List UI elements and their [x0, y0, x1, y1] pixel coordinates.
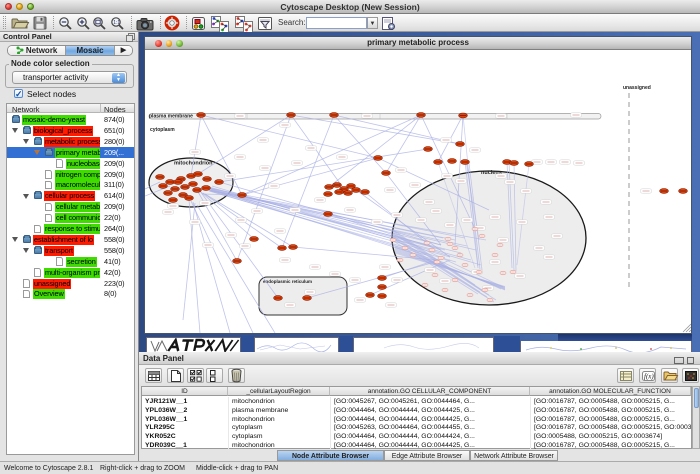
svg-text:f(x): f(x)	[644, 373, 654, 381]
svg-text:1:1: 1:1	[113, 20, 120, 26]
svg-text:endoplasmic reticulum: endoplasmic reticulum	[263, 279, 312, 284]
svg-text:unassigned: unassigned	[623, 85, 651, 91]
svg-text:cytoplasm: cytoplasm	[150, 127, 175, 133]
svg-text:plasma membrane: plasma membrane	[149, 114, 193, 120]
